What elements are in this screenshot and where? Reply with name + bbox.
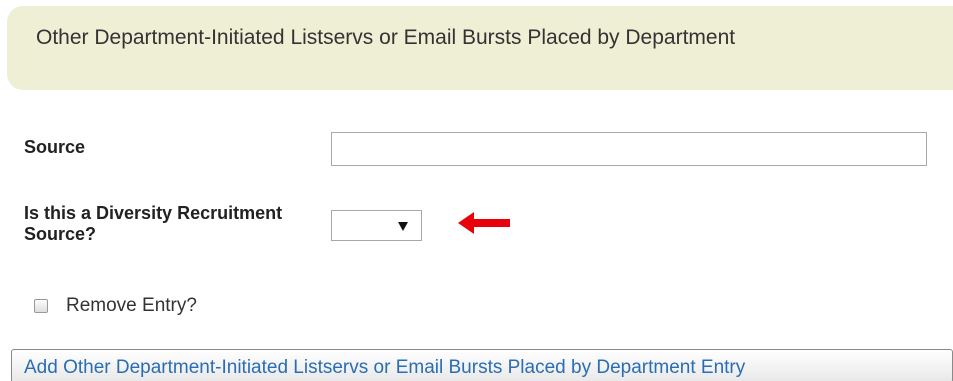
left-arrow-icon <box>458 212 510 234</box>
remove-entry-row[interactable]: Remove Entry? <box>34 295 197 317</box>
diversity-source-select[interactable] <box>331 210 422 241</box>
source-input[interactable] <box>331 132 927 166</box>
remove-entry-label: Remove Entry? <box>66 295 197 316</box>
section-header: Other Department-Initiated Listservs or … <box>7 6 953 90</box>
section-title: Other Department-Initiated Listservs or … <box>36 26 736 49</box>
add-entry-button[interactable]: Add Other Department-Initiated Listservs… <box>11 349 953 381</box>
dropdown-caret-icon <box>398 222 408 231</box>
form-page: Other Department-Initiated Listservs or … <box>0 0 953 381</box>
diversity-source-label: Is this a Diversity Recruitment Source? <box>24 203 283 244</box>
remove-entry-checkbox[interactable] <box>34 299 48 313</box>
source-label: Source <box>24 137 86 157</box>
